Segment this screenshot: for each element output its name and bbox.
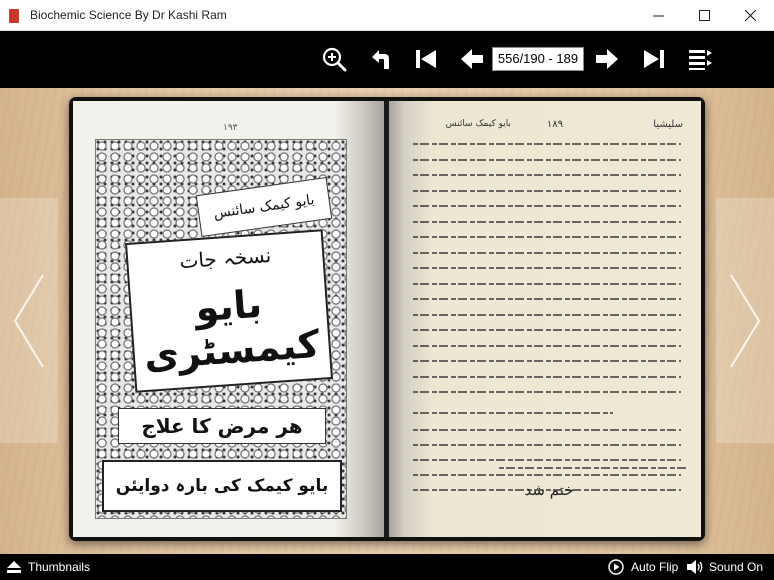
cover-title: بایو کیمسٹری bbox=[142, 281, 321, 378]
cover-bottom-box: بایو کیمک کی بارہ دوایئں سے کیجئے bbox=[102, 460, 342, 512]
title-bar: Biochemic Science By Dr Kashi Ram bbox=[0, 0, 774, 31]
back-icon bbox=[372, 50, 389, 69]
signature-text: ختم شد bbox=[524, 481, 574, 499]
left-page[interactable]: ١٩٣ بایو کیمک سائنس نسخہ جات بایو کیمسٹر… bbox=[73, 101, 384, 537]
open-book: ١٩٣ بایو کیمک سائنس نسخہ جات بایو کیمسٹر… bbox=[69, 97, 705, 541]
thumbnails-button[interactable]: Thumbnails bbox=[28, 560, 90, 574]
running-head: بایو کیمک سائنس bbox=[445, 119, 511, 129]
toolbar: 556/190 - 189 bbox=[0, 31, 774, 88]
cover-subtitle: نسخہ جات bbox=[178, 242, 272, 274]
right-page-number: ١٨٩ bbox=[546, 119, 563, 130]
app-book-icon bbox=[9, 9, 19, 23]
auto-flip-icon[interactable] bbox=[608, 559, 624, 575]
back-button[interactable] bbox=[366, 45, 394, 73]
sound-toggle-button[interactable]: Sound On bbox=[709, 560, 763, 574]
auto-flip-button[interactable]: Auto Flip bbox=[631, 560, 678, 574]
section-heading: سلیشیا bbox=[653, 119, 683, 130]
table-of-contents-icon bbox=[689, 50, 712, 70]
maximize-icon bbox=[698, 10, 710, 21]
right-page-header: سلیشیا ١٨٩ بایو کیمک سائنس bbox=[411, 119, 683, 135]
first-page-button[interactable] bbox=[412, 45, 440, 73]
speaker-icon[interactable] bbox=[686, 559, 704, 575]
table-of-contents-button[interactable] bbox=[686, 45, 714, 73]
previous-page-button[interactable] bbox=[458, 45, 486, 73]
next-page-button[interactable] bbox=[593, 45, 621, 73]
cover-band: ھر مرض کا علاج bbox=[118, 408, 326, 444]
zoom-in-button[interactable] bbox=[320, 45, 348, 73]
close-icon bbox=[744, 10, 756, 21]
cover-title-banner: نسخہ جات بایو کیمسٹری bbox=[125, 229, 333, 393]
book-stage: ١٩٣ بایو کیمک سائنس نسخہ جات بایو کیمسٹر… bbox=[0, 88, 774, 554]
chevron-left-icon bbox=[13, 273, 44, 368]
cover-bottom-text: بایو کیمک کی بارہ دوایئں سے کیجئے bbox=[115, 476, 329, 496]
minimize-icon bbox=[652, 15, 664, 17]
last-page-icon bbox=[644, 50, 664, 68]
last-page-button[interactable] bbox=[640, 45, 668, 73]
left-page-number: ١٩٣ bbox=[223, 123, 238, 133]
window-title: Biochemic Science By Dr Kashi Ram bbox=[30, 8, 227, 22]
cover-band-text: ھر مرض کا علاج bbox=[141, 414, 303, 438]
previous-page-side-button[interactable] bbox=[0, 198, 58, 443]
close-button[interactable] bbox=[727, 0, 773, 31]
first-page-icon bbox=[416, 50, 436, 68]
status-bar: Thumbnails Auto Flip Sound On bbox=[0, 554, 774, 580]
chevron-right-icon bbox=[730, 273, 761, 368]
previous-page-icon bbox=[461, 49, 483, 69]
next-page-side-button[interactable] bbox=[716, 198, 774, 443]
cover-illustration: بایو کیمک سائنس نسخہ جات بایو کیمسٹری ھر… bbox=[95, 139, 347, 519]
right-page[interactable]: سلیشیا ١٨٩ بایو کیمک سائنس ختم شد bbox=[389, 101, 701, 537]
page-number-input[interactable]: 556/190 - 189 bbox=[492, 47, 584, 71]
zoom-in-icon bbox=[322, 47, 347, 72]
next-page-icon bbox=[596, 49, 618, 69]
minimize-button[interactable] bbox=[635, 0, 681, 31]
maximize-button[interactable] bbox=[681, 0, 727, 31]
eject-icon[interactable] bbox=[7, 561, 21, 573]
